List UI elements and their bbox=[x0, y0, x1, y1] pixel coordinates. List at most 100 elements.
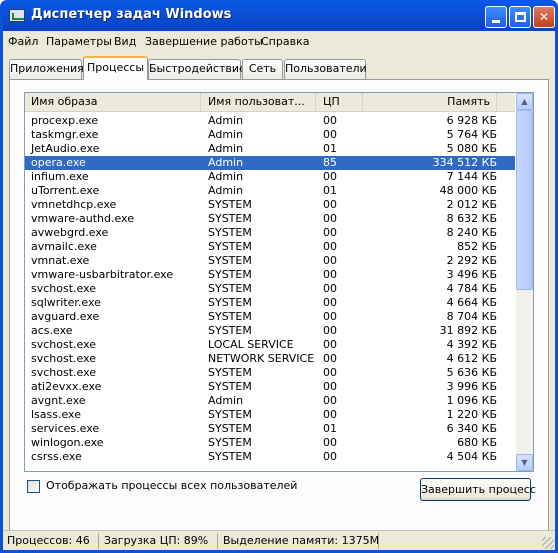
process-name-cell: acs.exe bbox=[31, 324, 73, 337]
process-cpu-cell: 00 bbox=[323, 310, 337, 323]
process-user-cell: NETWORK SERVICE bbox=[208, 352, 315, 365]
tab-processes[interactable]: Процессы bbox=[83, 56, 148, 80]
process-name-cell: vmware-usbarbitrator.exe bbox=[31, 268, 174, 281]
process-user-cell: SYSTEM bbox=[208, 366, 252, 379]
table-row[interactable]: lsass.exe SYSTEM 00 1 220 КБ bbox=[25, 408, 515, 422]
process-name-cell: winlogon.exe bbox=[31, 436, 104, 449]
process-name-cell: sqlwriter.exe bbox=[31, 296, 101, 309]
tab-users[interactable]: Пользователи bbox=[284, 59, 367, 79]
process-user-cell: Admin bbox=[208, 184, 244, 197]
process-name-cell: JetAudio.exe bbox=[31, 142, 100, 155]
process-cpu-cell: 00 bbox=[323, 226, 337, 239]
table-row[interactable]: taskmgr.exe Admin 00 5 764 КБ bbox=[25, 128, 515, 142]
show-all-users-checkbox[interactable] bbox=[27, 480, 40, 493]
table-row[interactable]: svchost.exe LOCAL SERVICE 00 4 392 КБ bbox=[25, 338, 515, 352]
tab-network[interactable]: Сеть bbox=[242, 59, 283, 79]
column-memory[interactable]: Память bbox=[364, 93, 497, 111]
table-row[interactable]: procexp.exe Admin 00 6 928 КБ bbox=[25, 114, 515, 128]
table-row[interactable]: avgnt.exe Admin 00 1 096 КБ bbox=[25, 394, 515, 408]
menu-view[interactable]: Вид bbox=[114, 35, 136, 48]
process-user-cell: SYSTEM bbox=[208, 436, 252, 449]
resize-grip[interactable] bbox=[542, 537, 554, 549]
process-name-cell: avmailc.exe bbox=[31, 240, 97, 253]
menu-file[interactable]: Файл bbox=[8, 35, 38, 48]
process-memory-cell: 334 512 КБ bbox=[432, 156, 497, 169]
tab-performance[interactable]: Быстродействие bbox=[148, 59, 246, 79]
end-process-button[interactable]: Завершить процесс bbox=[420, 478, 536, 501]
process-user-cell: SYSTEM bbox=[208, 254, 252, 267]
status-cpu-usage: Загрузка ЦП: 89% bbox=[100, 533, 218, 549]
scroll-down-button[interactable]: ▼ bbox=[516, 454, 533, 471]
table-row[interactable]: opera.exe Admin 85 334 512 КБ bbox=[25, 156, 515, 170]
process-memory-cell: 4 392 КБ bbox=[446, 338, 497, 351]
column-user-name[interactable]: Имя пользоват... bbox=[202, 93, 316, 111]
process-user-cell: SYSTEM bbox=[208, 422, 252, 435]
process-cpu-cell: 00 bbox=[323, 450, 337, 463]
table-row[interactable]: avmailc.exe SYSTEM 00 852 КБ bbox=[25, 240, 515, 254]
process-user-cell: LOCAL SERVICE bbox=[208, 338, 294, 351]
table-row[interactable]: acs.exe SYSTEM 00 31 892 КБ bbox=[25, 324, 515, 338]
table-row[interactable]: avwebgrd.exe SYSTEM 00 8 240 КБ bbox=[25, 226, 515, 240]
process-list[interactable]: Имя образа Имя пользоват... ЦП Память pr… bbox=[24, 92, 534, 472]
process-memory-cell: 4 612 КБ bbox=[446, 352, 497, 365]
table-row[interactable]: services.exe SYSTEM 01 6 340 КБ bbox=[25, 422, 515, 436]
process-name-cell: procexp.exe bbox=[31, 114, 99, 127]
table-row[interactable]: svchost.exe SYSTEM 00 5 636 КБ bbox=[25, 366, 515, 380]
minimize-button[interactable] bbox=[485, 6, 507, 28]
scroll-down-arrow-icon: ▼ bbox=[521, 458, 528, 467]
close-button[interactable]: ✕ bbox=[533, 6, 555, 28]
table-row[interactable]: winlogon.exe SYSTEM 00 680 КБ bbox=[25, 436, 515, 450]
table-row[interactable]: svchost.exe SYSTEM 00 4 784 КБ bbox=[25, 282, 515, 296]
process-cpu-cell: 00 bbox=[323, 380, 337, 393]
process-memory-cell: 3 496 КБ bbox=[446, 268, 497, 281]
table-row[interactable]: avguard.exe SYSTEM 00 8 704 КБ bbox=[25, 310, 515, 324]
table-row[interactable]: uTorrent.exe Admin 01 48 000 КБ bbox=[25, 184, 515, 198]
process-name-cell: taskmgr.exe bbox=[31, 128, 99, 141]
process-memory-cell: 8 632 КБ bbox=[446, 212, 497, 225]
table-row[interactable]: JetAudio.exe Admin 01 5 080 КБ bbox=[25, 142, 515, 156]
table-row[interactable]: vmware-authd.exe SYSTEM 00 8 632 КБ bbox=[25, 212, 515, 226]
process-cpu-cell: 00 bbox=[323, 198, 337, 211]
process-memory-cell: 5 080 КБ bbox=[446, 142, 497, 155]
scroll-up-button[interactable]: ▲ bbox=[516, 93, 533, 110]
process-user-cell: SYSTEM bbox=[208, 310, 252, 323]
table-row[interactable]: vmware-usbarbitrator.exe SYSTEM 00 3 496 КБ bbox=[25, 268, 515, 282]
menu-options[interactable]: Параметры bbox=[46, 35, 112, 48]
process-memory-cell: 5 636 КБ bbox=[446, 366, 497, 379]
column-image-name[interactable]: Имя образа bbox=[25, 93, 201, 111]
menu-help[interactable]: Справка bbox=[261, 35, 309, 48]
process-memory-cell: 852 КБ bbox=[457, 240, 497, 253]
table-row[interactable]: ati2evxx.exe SYSTEM 00 3 996 КБ bbox=[25, 380, 515, 394]
process-cpu-cell: 00 bbox=[323, 338, 337, 351]
table-row[interactable]: vmnat.exe SYSTEM 00 2 292 КБ bbox=[25, 254, 515, 268]
table-row[interactable]: vmnetdhcp.exe SYSTEM 00 2 012 КБ bbox=[25, 198, 515, 212]
process-name-cell: services.exe bbox=[31, 422, 100, 435]
table-row[interactable]: csrss.exe SYSTEM 00 4 504 КБ bbox=[25, 450, 515, 464]
menu-bar: Файл Параметры Вид Завершение работы Спр… bbox=[3, 31, 555, 51]
process-cpu-cell: 00 bbox=[323, 296, 337, 309]
process-name-cell: vmware-authd.exe bbox=[31, 212, 134, 225]
status-bar: Процессов: 46 Загрузка ЦП: 89% Выделение… bbox=[3, 530, 555, 550]
scroll-thumb[interactable] bbox=[516, 110, 533, 290]
process-name-cell: lsass.exe bbox=[31, 408, 81, 421]
process-user-cell: SYSTEM bbox=[208, 450, 252, 463]
process-name-cell: vmnat.exe bbox=[31, 254, 90, 267]
process-cpu-cell: 01 bbox=[323, 142, 337, 155]
process-memory-cell: 2 292 КБ bbox=[446, 254, 497, 267]
title-bar[interactable]: Диспетчер задач Windows ✕ bbox=[3, 0, 555, 31]
table-row[interactable]: svchost.exe NETWORK SERVICE 00 4 612 КБ bbox=[25, 352, 515, 366]
process-user-cell: Admin bbox=[208, 128, 244, 141]
process-user-cell: SYSTEM bbox=[208, 226, 252, 239]
column-cpu[interactable]: ЦП bbox=[317, 93, 363, 111]
process-memory-cell: 6 928 КБ bbox=[446, 114, 497, 127]
vertical-scrollbar[interactable]: ▲ ▼ bbox=[516, 93, 533, 471]
maximize-button[interactable] bbox=[509, 6, 531, 28]
process-user-cell: SYSTEM bbox=[208, 268, 252, 281]
process-cpu-cell: 00 bbox=[323, 128, 337, 141]
tab-applications[interactable]: Приложения bbox=[9, 59, 84, 79]
process-user-cell: SYSTEM bbox=[208, 198, 252, 211]
table-row[interactable]: infium.exe Admin 00 7 144 КБ bbox=[25, 170, 515, 184]
table-row[interactable]: sqlwriter.exe SYSTEM 00 4 664 КБ bbox=[25, 296, 515, 310]
process-memory-cell: 7 144 КБ bbox=[446, 170, 497, 183]
menu-shutdown[interactable]: Завершение работы bbox=[145, 35, 263, 48]
